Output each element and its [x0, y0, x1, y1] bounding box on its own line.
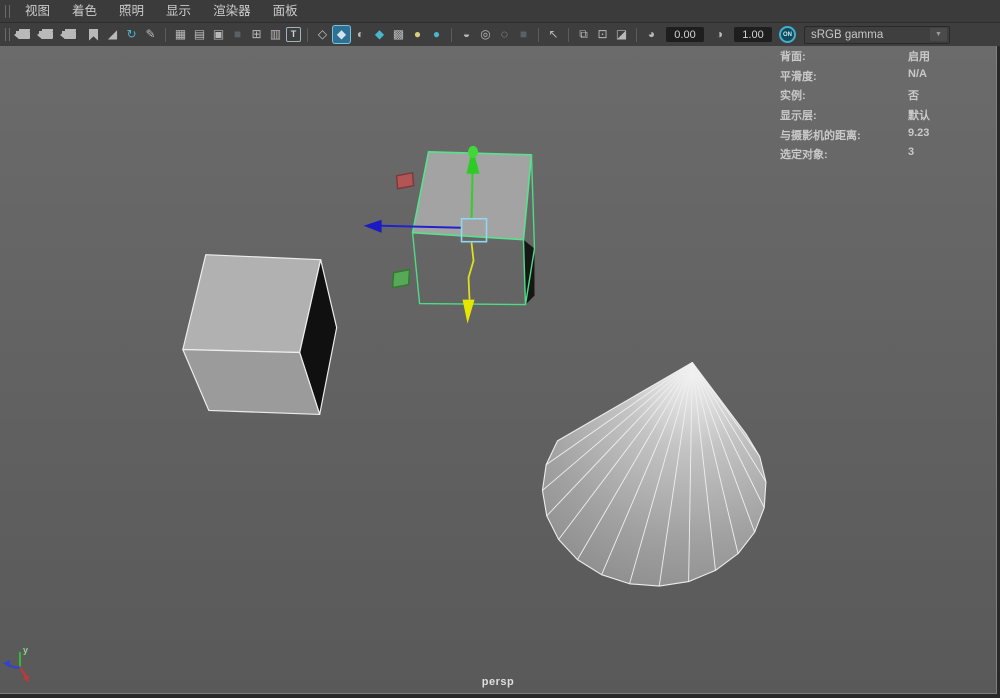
shadows-icon[interactable]: ● [428, 26, 445, 43]
safe-title-icon[interactable]: T [286, 27, 301, 42]
toolbar-icons: ◢ ↻ ✎ ▦ ▤ ▣ ■ ⊞ ▥ T ◇ ◆ ◐ ◆ ▩ ● ● ◒ ◎ ◌ ■ ↖ ⧉ ⊡ ◪ ◕ [1, 26, 661, 43]
hud-row: 背面: 启用 [780, 48, 990, 68]
gamma-field[interactable]: 1.00 [734, 27, 772, 42]
resolution-gate-icon[interactable]: ▣ [210, 26, 227, 43]
motion-blur-icon[interactable]: ◎ [477, 26, 494, 43]
red-plane-handle[interactable] [395, 171, 415, 190]
chevron-down-icon[interactable]: ▼ [930, 28, 947, 41]
hud-value: 默认 [908, 110, 930, 123]
hud-row: 与摄影机的距离: 9.23 [780, 127, 990, 147]
camera-lock-icon[interactable] [39, 26, 60, 43]
menu-panels[interactable]: 面板 [262, 0, 309, 22]
hud-row: 平滑度: N/A [780, 68, 990, 88]
camera-settings-icon[interactable] [62, 26, 83, 43]
toolbar-drag-handle[interactable] [5, 28, 10, 41]
use-default-material-icon[interactable]: ▩ [390, 26, 407, 43]
view-transform-value: sRGB gamma [811, 28, 884, 41]
hud-row: 选定对象: 3 [780, 146, 990, 166]
image-plane-icon[interactable]: ◢ [104, 26, 121, 43]
cube-mesh-selected[interactable] [411, 151, 536, 306]
bookmark-icon[interactable] [85, 26, 102, 43]
exposure-icon[interactable]: ◕ [643, 26, 660, 43]
hud-label: 显示层: [780, 110, 817, 123]
lighting-icon[interactable]: ● [409, 26, 426, 43]
smooth-shade-all-icon[interactable]: ◆ [333, 26, 350, 43]
green-plane-handle[interactable] [391, 268, 411, 289]
wireframe-on-shaded-icon[interactable]: ◐ [352, 26, 369, 43]
toolbar-separator [636, 27, 637, 42]
menu-items: 视图 着色 照明 显示 渲染器 面板 [14, 0, 309, 22]
film-gate-icon[interactable]: ▤ [191, 26, 208, 43]
hud-row: 显示层: 默认 [780, 107, 990, 127]
toolbar-separator [307, 27, 308, 42]
gate-mask-icon[interactable]: ■ [229, 26, 246, 43]
hud-value: N/A [908, 67, 927, 80]
grid-icon[interactable]: ▦ [172, 26, 189, 43]
hud-value: 9.23 [908, 126, 930, 139]
menu-renderer[interactable]: 渲染器 [202, 0, 262, 22]
camera-name-label: persp [481, 676, 515, 688]
menubar-drag-handle[interactable] [5, 4, 10, 18]
menu-view[interactable]: 视图 [14, 0, 61, 22]
maya-viewport-window: 视图 着色 照明 显示 渲染器 面板 ◢ ↻ ✎ ▦ ▤ ▣ ■ ⊞ ▥ T ◇ ◆ ◐ ◆ ▩ ● ● ◒ ◎ ◌ ■ ↖ ⧉ ⊡ ◪ ◕… [0, 0, 1000, 698]
hud-label: 背面: [780, 51, 806, 63]
hud-label: 选定对象: [780, 149, 828, 162]
hud-label: 与摄影机的距离: [780, 129, 861, 142]
cone-mesh[interactable] [541, 361, 767, 587]
axis-y-label: y [23, 645, 28, 655]
invert-display-icon[interactable]: ◪ [613, 26, 630, 43]
hud-value: 否 [908, 90, 919, 103]
pan-zoom-icon[interactable]: ↻ [123, 26, 140, 43]
isolate-select-icon[interactable]: ⧉ [575, 26, 592, 43]
toolbar-separator [568, 27, 569, 42]
safe-action-icon[interactable]: ▥ [267, 26, 284, 43]
textured-icon[interactable]: ◆ [371, 26, 388, 43]
ambient-occlusion-icon[interactable]: ◒ [458, 26, 475, 43]
toolbar-separator [538, 27, 539, 42]
camera-icon[interactable] [16, 26, 37, 43]
exposure-field[interactable]: 0.00 [666, 27, 704, 42]
color-management-toggle[interactable]: ON [779, 26, 796, 43]
hud-value: 3 [908, 146, 915, 159]
multisample-icon[interactable]: ◌ [496, 26, 513, 43]
hud-row: 实例: 否 [780, 87, 990, 107]
panel-menu-bar: 视图 着色 照明 显示 渲染器 面板 [0, 0, 1000, 23]
hud-value: 启用 [908, 51, 930, 63]
panel-tool-bar: ◢ ↻ ✎ ▦ ▤ ▣ ■ ⊞ ▥ T ◇ ◆ ◐ ◆ ▩ ● ● ◒ ◎ ◌ ■ ↖ ⧉ ⊡ ◪ ◕ 0.00 ◑ 1.00 O… [0, 23, 1000, 47]
cube-mesh-unselected[interactable] [182, 254, 338, 416]
grease-pencil-icon[interactable]: ✎ [142, 26, 159, 43]
object-selection-icon[interactable]: ↖ [545, 26, 562, 43]
viewport-3d[interactable]: y 背面: 启用平滑度: N/A 实例: 否显示层: 默认与摄影机的距离: 9.23 选定对象… [0, 46, 997, 694]
hud-label: 实例: [780, 90, 806, 103]
toolbar-separator [165, 27, 166, 42]
menu-show[interactable]: 显示 [155, 0, 202, 22]
view-transform-dropdown[interactable]: sRGB gamma ▼ [804, 25, 950, 44]
field-chart-icon[interactable]: ⊞ [248, 26, 265, 43]
menu-lighting[interactable]: 照明 [108, 0, 155, 22]
toolbar-separator [451, 27, 452, 42]
heads-up-display: 背面: 启用平滑度: N/A 实例: 否显示层: 默认与摄影机的距离: 9.23 选定对象: 3 [780, 48, 990, 166]
isolate-add-icon[interactable]: ⊡ [594, 26, 611, 43]
menu-shading[interactable]: 着色 [61, 0, 108, 22]
depth-of-field-icon[interactable]: ■ [515, 26, 532, 43]
hud-label: 平滑度: [780, 70, 817, 83]
wireframe-icon[interactable]: ◇ [314, 26, 331, 43]
contrast-icon[interactable]: ◑ [711, 26, 728, 43]
